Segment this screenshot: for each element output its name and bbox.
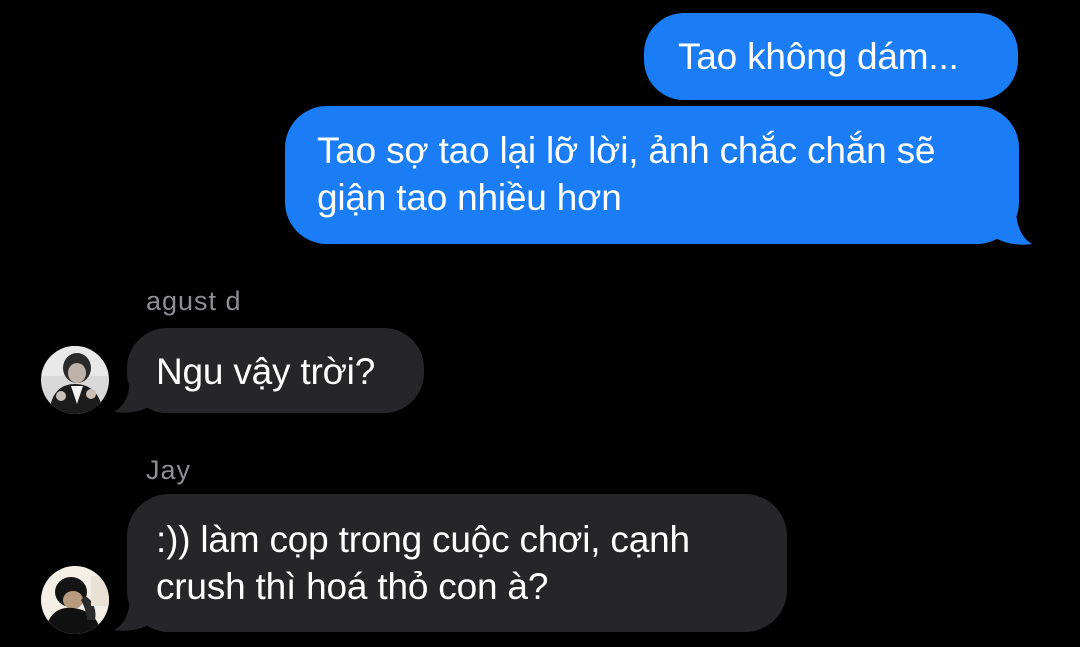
message-text-line: Tao không dám... xyxy=(678,36,959,77)
message-text-line: Tao sợ tao lại lỡ lời, ảnh chắc chắn sẽ xyxy=(317,130,936,171)
sender-name: agust d xyxy=(146,286,242,316)
avatar-photo-icon xyxy=(41,566,109,634)
bubble-tail xyxy=(114,596,156,631)
message-text-line: crush thì hoá thỏ con à? xyxy=(156,566,549,607)
message-text-line: Ngu vậy trời? xyxy=(156,351,376,392)
message-text-line: giận tao nhiều hơn xyxy=(317,177,622,218)
incoming-message-bubble[interactable]: :)) làm cọp trong cuộc chơi, cạnh crush … xyxy=(127,494,787,632)
outgoing-message-bubble[interactable]: Tao không dám... xyxy=(644,13,1018,100)
incoming-message-bubble[interactable]: Ngu vậy trời? xyxy=(127,328,424,413)
outgoing-message-bubble[interactable]: Tao sợ tao lại lỡ lời, ảnh chắc chắn sẽ … xyxy=(285,106,1019,244)
message-thread: Tao không dám... Tao sợ tao lại lỡ lời, … xyxy=(0,0,1080,647)
avatar-photo-icon xyxy=(41,346,109,414)
message-text-line: :)) làm cọp trong cuộc chơi, cạnh xyxy=(156,519,690,560)
sender-name: Jay xyxy=(146,455,192,485)
bubble-tail xyxy=(114,378,156,413)
avatar[interactable] xyxy=(41,566,109,634)
avatar[interactable] xyxy=(41,346,109,414)
bubble-tail xyxy=(990,208,1032,245)
